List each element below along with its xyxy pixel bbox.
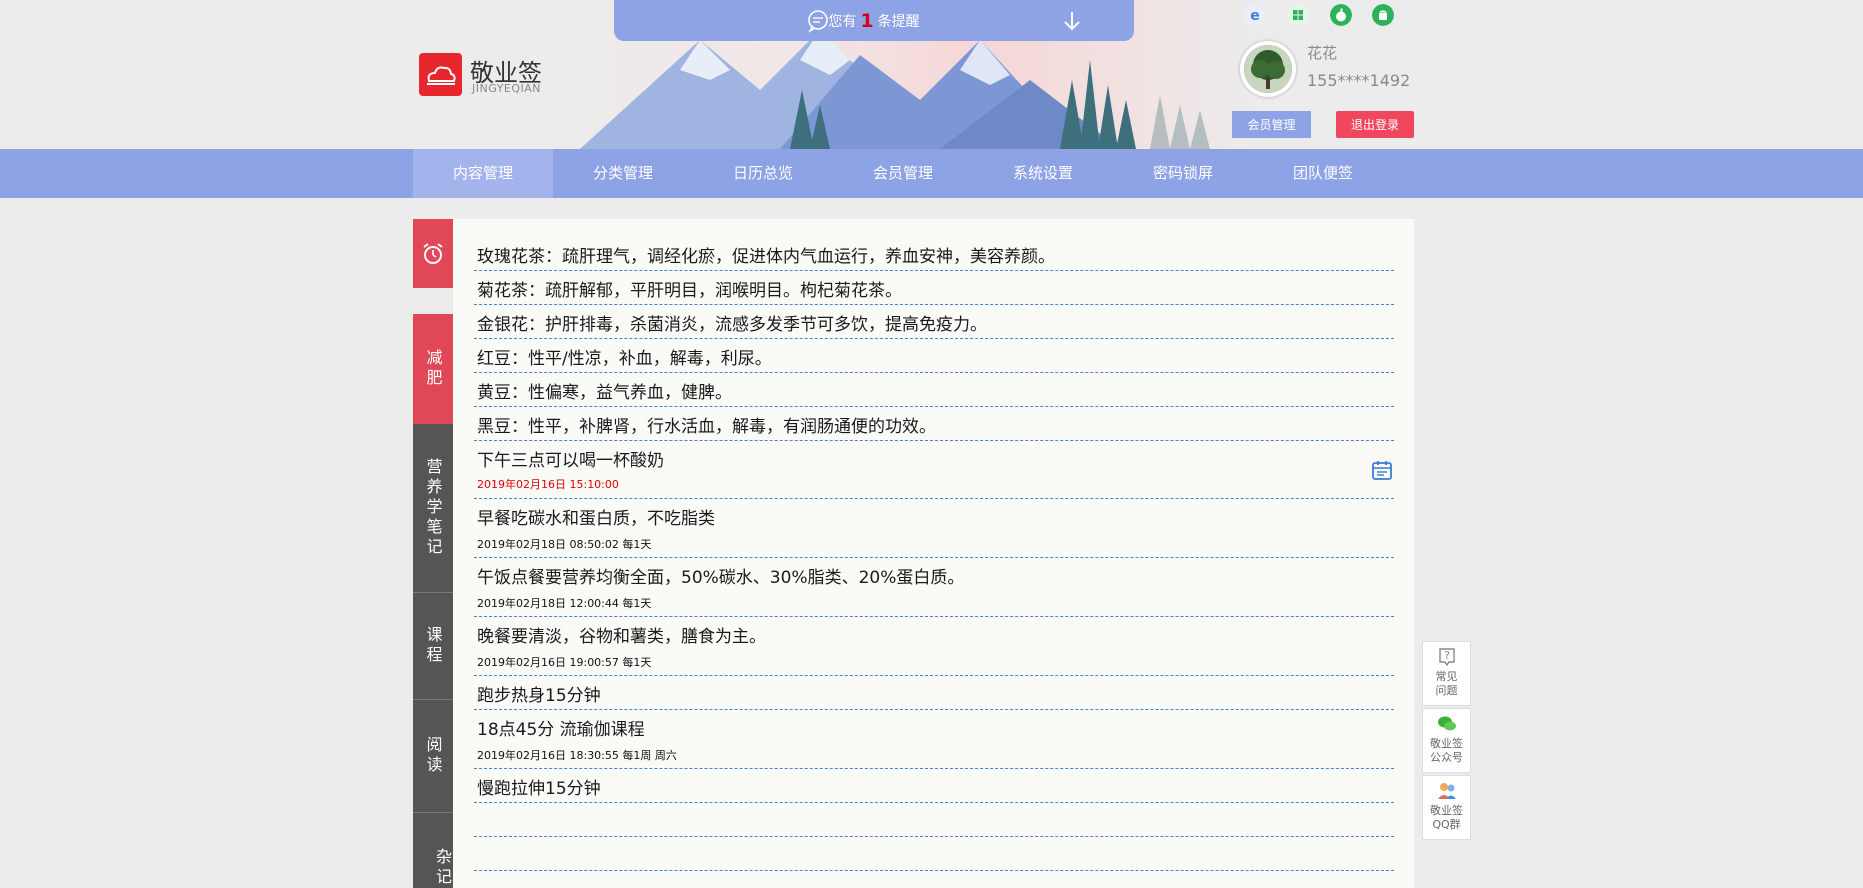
notes-panel: 玫瑰花茶：疏肝理气，调经化瘀，促进体内气血运行，养血安神，美容养颜。 菊花茶：疏… [453,219,1414,888]
sidebar-tab-label: 阅读 [423,736,443,776]
note-meta: 2019年02月16日 18:30:55 每1周 周六 [477,749,677,762]
sidebar-tab-reading[interactable]: 阅读 [413,700,453,812]
header: 您有 1 条提醒 敬业签 JINGYEQIAN e 花花 155****1492… [0,0,1863,149]
note-text: 午饭点餐要营养均衡全面，50%碳水、30%脂类、20%蛋白质。 [477,568,965,588]
nav-item-category[interactable]: 分类管理 [553,149,693,198]
nav-item-member[interactable]: 会员管理 [833,149,973,198]
note-text: 跑步热身15分钟 [477,686,601,706]
note-text: 下午三点可以喝一杯酸奶 [477,451,664,471]
note-text: 慢跑拉伸15分钟 [477,779,601,799]
reminder-notice-bar[interactable]: 您有 1 条提醒 [614,0,1134,41]
qq-label-1: 敬业签 [1430,804,1463,817]
notice-prefix: 您有 [828,13,857,30]
main-nav: 内容管理 分类管理 日历总览 会员管理 系统设置 密码锁屏 团队便签 [0,149,1863,198]
note-item[interactable]: 玫瑰花茶：疏肝理气，调经化瘀，促进体内气血运行，养血安神，美容养颜。 [474,233,1394,271]
note-item[interactable]: 黑豆：性平，补脾肾，行水活血，解毒，有润肠通便的功效。 [474,407,1394,441]
question-icon: ? [1438,648,1455,667]
note-item[interactable]: 午饭点餐要营养均衡全面，50%碳水、30%脂类、20%蛋白质。 2019年02月… [474,558,1394,617]
nav-item-lock-screen[interactable]: 密码锁屏 [1113,149,1253,198]
android-icon[interactable] [1372,4,1394,26]
nav-item-content[interactable]: 内容管理 [413,149,553,198]
faq-button[interactable]: ? 常见 问题 [1422,641,1471,706]
user-name: 花花 [1307,44,1338,62]
note-meta: 2019年02月16日 19:00:57 每1天 [477,656,652,669]
ie-icon[interactable]: e [1244,4,1266,26]
notice-count: 1 [860,9,874,32]
note-meta: 2019年02月18日 12:00:44 每1天 [477,597,652,610]
sidebar-tab-label: 营养学笔记 [423,458,443,558]
alarm-button[interactable] [413,219,453,288]
qq-group-icon [1437,783,1456,799]
member-management-button[interactable]: 会员管理 [1232,111,1311,138]
svg-text:?: ? [1444,649,1450,662]
note-text: 菊花茶：疏肝解郁，平肝明目，润喉明目。枸杞菊花茶。 [477,281,902,301]
avatar[interactable] [1240,41,1296,97]
wechat-icon [1437,716,1456,731]
empty-line[interactable] [474,803,1394,837]
note-meta: 2019年02月16日 15:10:00 [477,478,619,491]
note-item[interactable]: 下午三点可以喝一杯酸奶 2019年02月16日 15:10:00 [474,441,1394,499]
alarm-clock-icon [423,243,443,264]
arrow-down-icon[interactable] [1061,9,1083,33]
wechat-label-1: 敬业签 [1430,737,1463,750]
tree-photo [1244,45,1292,93]
svg-text:e: e [1250,8,1260,24]
qq-group-button[interactable]: 敬业签 QQ群 [1422,775,1471,840]
note-item[interactable]: 慢跑拉伸15分钟 [474,769,1394,803]
note-item[interactable]: 晚餐要清淡，谷物和薯类，膳食为主。 2019年02月16日 19:00:57 每… [474,617,1394,676]
note-text: 18点45分 流瑜伽课程 [477,720,645,740]
note-text: 黄豆：性偏寒，益气养血，健脾。 [477,383,732,403]
logo-icon [427,66,456,85]
note-item[interactable]: 18点45分 流瑜伽课程 2019年02月16日 18:30:55 每1周 周六 [474,710,1394,769]
note-text: 红豆：性平/性凉，补血，解毒，利尿。 [477,349,772,369]
note-text: 黑豆：性平，补脾肾，行水活血，解毒，有润肠通便的功效。 [477,417,936,437]
empty-line[interactable] [474,837,1394,871]
logo[interactable] [419,53,462,96]
logout-button[interactable]: 退出登录 [1336,111,1414,138]
note-item[interactable]: 红豆：性平/性凉，补血，解毒，利尿。 [474,339,1394,373]
sidebar-tab-course[interactable]: 课程 [413,593,453,699]
chat-bubble-icon [808,10,828,33]
wechat-button[interactable]: 敬业签 公众号 [1422,708,1471,773]
note-item[interactable]: 菊花茶：疏肝解郁，平肝明目，润喉明目。枸杞菊花茶。 [474,271,1394,305]
windows-icon[interactable] [1287,4,1309,26]
sidebar-tab-diet[interactable]: 减肥 [413,314,453,424]
sidebar-tab-nutrition[interactable]: 营养学笔记 [413,424,453,592]
brand-sub: JINGYEQIAN [472,82,542,95]
sidebar-tab-label: 杂记 [433,848,452,888]
nav-item-settings[interactable]: 系统设置 [973,149,1113,198]
sidebar-tab-misc[interactable]: 杂记 [413,813,453,888]
note-text: 玫瑰花茶：疏肝理气，调经化瘀，促进体内气血运行，养血安神，美容养颜。 [477,247,1055,267]
note-item[interactable]: 早餐吃碳水和蛋白质，不吃脂类 2019年02月18日 08:50:02 每1天 [474,499,1394,558]
nav-item-calendar[interactable]: 日历总览 [693,149,833,198]
notice-suffix: 条提醒 [877,13,920,30]
note-text: 晚餐要清淡，谷物和薯类，膳食为主。 [477,627,766,647]
faq-label-1: 常见 [1435,670,1458,683]
sidebar-tab-label: 课程 [423,626,443,666]
sidebar-tab-label: 减肥 [423,349,443,389]
user-phone: 155****1492 [1307,71,1411,90]
note-item[interactable]: 黄豆：性偏寒，益气养血，健脾。 [474,373,1394,407]
apple-icon[interactable] [1330,4,1352,26]
wechat-label-2: 公众号 [1430,751,1463,764]
note-item[interactable]: 跑步热身15分钟 [474,676,1394,710]
note-text: 早餐吃碳水和蛋白质，不吃脂类 [477,509,715,529]
note-text: 金银花：护肝排毒，杀菌消炎，流感多发季节可多饮，提高免疫力。 [477,315,987,335]
note-item[interactable]: 金银花：护肝排毒，杀菌消炎，流感多发季节可多饮，提高免疫力。 [474,305,1394,339]
qq-label-2: QQ群 [1432,818,1461,831]
nav-item-team-notes[interactable]: 团队便签 [1253,149,1393,198]
calendar-icon[interactable] [1371,459,1393,481]
faq-label-2: 问题 [1435,684,1458,697]
note-meta: 2019年02月18日 08:50:02 每1天 [477,538,652,551]
